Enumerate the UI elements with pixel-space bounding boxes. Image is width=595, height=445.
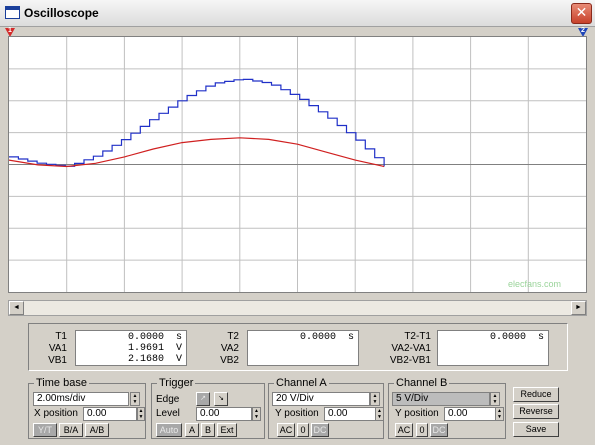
reduce-button[interactable]: Reduce <box>513 387 559 402</box>
t1-readout-box: 0.0000 s 1.9691 V 2.1680 V <box>75 330 187 366</box>
channel-b-scale-field[interactable]: 5 V/Div <box>392 392 490 406</box>
yt-button[interactable]: Y/T <box>33 423 57 437</box>
t1-label: T1 <box>55 331 67 342</box>
trigger-b-button[interactable]: B <box>201 423 215 437</box>
channel-b-ypos-field[interactable]: 0.00 <box>444 407 498 421</box>
channel-a-title: Channel A <box>274 377 329 389</box>
title-bar: Oscilloscope ✕ <box>0 0 595 27</box>
t2-time-value: 0.0000 s <box>299 332 354 343</box>
vb1-label: VB1 <box>48 355 67 366</box>
channel-a-ac-button[interactable]: AC <box>277 423 295 437</box>
level-label: Level <box>156 408 180 419</box>
readout-panel: T1 VA1 VB1 0.0000 s 1.9691 V 2.1680 V T2… <box>28 323 568 371</box>
vb1-value: 2.1680 V <box>127 354 182 365</box>
ab-button[interactable]: A/B <box>85 423 109 437</box>
scope-screen <box>8 36 587 293</box>
trigger-a-button[interactable]: A <box>185 423 199 437</box>
channel-a-scale-spinner[interactable]: ▲ ▼ <box>370 392 380 406</box>
rising-edge-icon[interactable]: ↗ <box>196 392 210 406</box>
va2-va1-label: VA2-VA1 <box>391 343 431 354</box>
trigger-group: Trigger Edge ↗ ↘ Level 0.00 ▲ ▼ Auto A B … <box>151 377 265 439</box>
edge-label: Edge <box>156 394 180 405</box>
t2-label: T2 <box>227 331 239 342</box>
t2-t1-label: T2-T1 <box>404 331 431 342</box>
t2-t1-time-value: 0.0000 s <box>489 332 544 343</box>
channel-b-ypos-label: Y position <box>395 408 439 419</box>
timebase-title: Time base <box>34 377 89 389</box>
xpos-field[interactable]: 0.00 <box>83 407 137 421</box>
close-button[interactable]: ✕ <box>571 3 592 24</box>
channel-b-scale-spinner[interactable]: ▲ ▼ <box>490 392 500 406</box>
t2-readout-box: 0.0000 s <box>247 330 359 366</box>
save-button[interactable]: Save <box>513 422 559 437</box>
channel-b-dc-button[interactable]: DC <box>430 423 448 437</box>
cursor-t2-label: 2 <box>581 27 585 34</box>
cursor-t1-label: 1 <box>8 27 12 34</box>
scroll-left-button[interactable]: ◄ <box>9 301 24 315</box>
channel-b-ypos-spinner[interactable]: ▲ ▼ <box>495 407 504 421</box>
scope-plot <box>9 37 586 292</box>
window-icon <box>5 6 20 19</box>
ba-button[interactable]: B/A <box>59 423 83 437</box>
window-title: Oscilloscope <box>24 6 99 20</box>
channel-b-group: Channel B 5 V/Div ▲ ▼ Y position 0.00 ▲ ▼ … <box>388 377 506 439</box>
channel-a-scale-field[interactable]: 20 V/Div <box>272 392 370 406</box>
xpos-spinner[interactable]: ▲ ▼ <box>137 407 145 421</box>
vb2-vb1-label: VB2-VB1 <box>389 355 431 366</box>
channel-a-ypos-label: Y position <box>275 408 319 419</box>
timebase-group: Time base 2.00ms/div ▲ ▼ X position 0.00 … <box>28 377 146 439</box>
channel-b-ac-button[interactable]: AC <box>395 423 413 437</box>
channel-b-title: Channel B <box>394 377 450 389</box>
timebase-field[interactable]: 2.00ms/div <box>33 392 129 406</box>
va2-label: VA2 <box>220 343 239 354</box>
trigger-title: Trigger <box>157 377 196 389</box>
va1-label: VA1 <box>48 343 67 354</box>
level-field[interactable]: 0.00 <box>196 407 252 421</box>
falling-edge-icon[interactable]: ↘ <box>214 392 228 406</box>
watermark: elecfans.com <box>508 279 562 289</box>
channel-a-ypos-field[interactable]: 0.00 <box>324 407 378 421</box>
level-spinner[interactable]: ▲ ▼ <box>252 407 261 421</box>
t2-t1-readout-box: 0.0000 s <box>437 330 549 366</box>
t1-time-value: 0.0000 s <box>127 332 182 343</box>
xpos-label: X position <box>34 408 78 419</box>
vb2-label: VB2 <box>220 355 239 366</box>
channel-b-zero-button[interactable]: 0 <box>416 423 428 437</box>
horizontal-scrollbar[interactable]: ◄ ► <box>8 300 587 316</box>
channel-a-zero-button[interactable]: 0 <box>297 423 309 437</box>
timebase-spinner[interactable]: ▲ ▼ <box>130 392 140 406</box>
channel-a-group: Channel A 20 V/Div ▲ ▼ Y position 0.00 ▲ ▼… <box>268 377 384 439</box>
reverse-button[interactable]: Reverse <box>513 404 559 419</box>
channel-a-dc-button[interactable]: DC <box>311 423 329 437</box>
channel-a-ypos-spinner[interactable]: ▲ ▼ <box>375 407 384 421</box>
ext-button[interactable]: Ext <box>217 423 237 437</box>
channel-a-trace <box>9 78 385 167</box>
channel-b-trace <box>9 137 385 168</box>
scroll-right-button[interactable]: ► <box>571 301 586 315</box>
auto-button[interactable]: Auto <box>156 423 182 437</box>
va1-value: 1.9691 V <box>127 343 182 354</box>
